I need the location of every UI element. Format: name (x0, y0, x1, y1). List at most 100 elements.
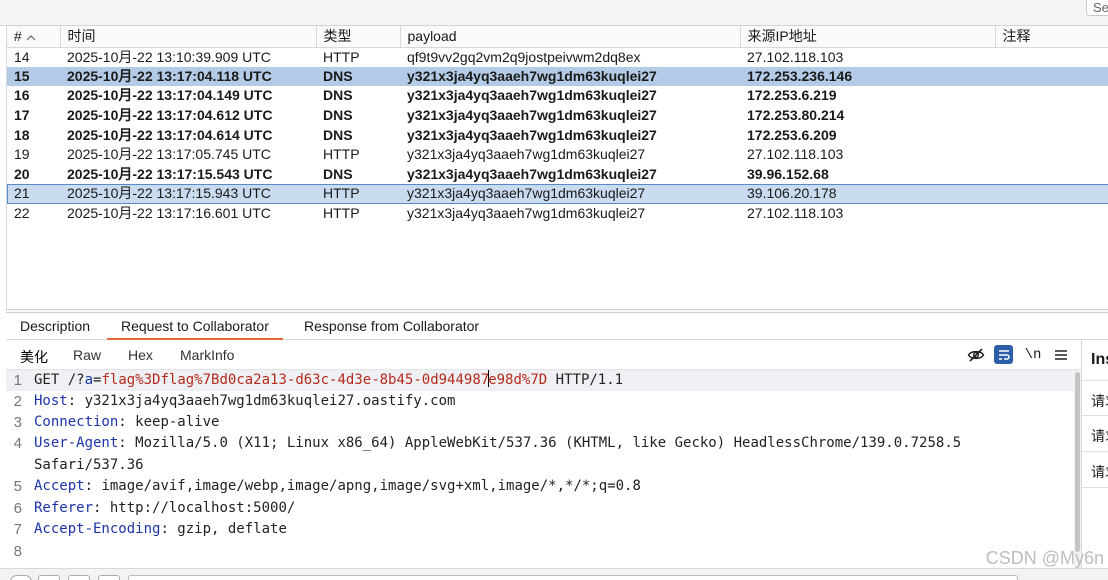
row-type: DNS (316, 66, 400, 87)
table-row[interactable]: 16 2025-10月-22 13:17:04.149 UTC DNS y321x3j… (7, 86, 1108, 106)
help-button[interactable] (10, 575, 32, 580)
show-newlines-icon[interactable]: \n (1023, 345, 1043, 365)
line-number: 1 (13, 372, 22, 389)
table-row[interactable]: 19 2025-10月-22 13:17:05.745 UTC HTTP y321x3… (7, 145, 1108, 165)
search-input[interactable] (128, 575, 1018, 580)
row-time: 2025-10月-22 13:10:39.909 UTC (67, 48, 271, 65)
line-number: 6 (13, 500, 22, 517)
header-value: http://localhost:5000/ (109, 500, 296, 516)
inspector-item[interactable]: 请求 (1082, 416, 1108, 452)
header-name: Connection (34, 414, 119, 430)
row-number: 15 (7, 66, 60, 87)
row-number: 19 (14, 146, 30, 163)
row-number: 14 (14, 48, 30, 65)
row-type: DNS (323, 87, 353, 104)
subtab-markinfo[interactable]: MarkInfo (180, 347, 234, 363)
row-type: HTTP (316, 184, 400, 204)
row-source-ip: 27.102.118.103 (747, 205, 844, 222)
forward-button[interactable] (98, 575, 120, 580)
row-comment (995, 86, 1108, 106)
request-line: 1 GET /?a=flag%3Dflag%7Bd0ca2a13-d63c-4d… (6, 370, 1074, 391)
inspector-item[interactable]: 请求 (1082, 452, 1108, 488)
column-header-time[interactable]: 时间 (60, 26, 317, 48)
settings-button[interactable] (38, 575, 60, 580)
header-line: 5 Accept: image/avif,image/webp,image/ap… (6, 476, 1074, 497)
subtab-hex[interactable]: Hex (128, 347, 153, 363)
row-number: 22 (14, 205, 30, 222)
hide-eye-icon[interactable] (966, 345, 986, 365)
header-value: gzip, deflate (177, 521, 287, 537)
header-name: Referer (34, 500, 94, 516)
header-name: Accept (34, 478, 85, 494)
row-type: DNS (323, 165, 353, 182)
subtab-raw[interactable]: Raw (73, 347, 101, 363)
menu-icon[interactable] (1051, 345, 1071, 365)
line-number: 3 (13, 414, 22, 431)
back-button[interactable] (68, 575, 90, 580)
tab-description[interactable]: Description (6, 318, 104, 340)
tab-request-to-collaborator[interactable]: Request to Collaborator (107, 318, 283, 340)
column-header-number[interactable]: # (7, 26, 61, 48)
header-value: keep-alive (135, 414, 220, 430)
inspector-title: Ins (1091, 351, 1108, 368)
column-header-type[interactable]: 类型 (316, 26, 401, 48)
row-comment (995, 145, 1108, 165)
table-row[interactable]: 21 2025-10月-22 13:17:15.943 UTC HTTP y321x3… (7, 184, 1108, 204)
query-param-value: flag%3Dflag%7Bd0ca2a13-d63c-4d3e-8b45-0d… (101, 372, 490, 388)
search-field[interactable]: Se (1086, 0, 1108, 16)
row-payload: y321x3ja4yq3aaeh7wg1dm63kuqlei27 (407, 126, 657, 143)
column-header-payload[interactable]: payload (400, 26, 741, 48)
tab-response-from-collaborator[interactable]: Response from Collaborator (290, 318, 493, 340)
inspector-item[interactable]: 请求 (1082, 380, 1108, 416)
table-row[interactable]: 17 2025-10月-22 13:17:04.612 UTC DNS y321x3j… (7, 106, 1108, 126)
row-number: 16 (14, 87, 30, 104)
subtab-pretty[interactable]: 美化 (18, 347, 50, 375)
row-source-ip: 27.102.118.103 (747, 146, 844, 163)
view-subtabs: 美化 Raw Hex MarkInfo \n (6, 340, 1080, 375)
row-type: HTTP (323, 205, 360, 222)
line-number: 5 (13, 478, 22, 495)
header-line: 6 Referer: http://localhost:5000/ (6, 498, 1074, 519)
row-comment (995, 204, 1108, 224)
table-row[interactable]: 15 2025-10月-22 13:17:04.118 UTC DNS y321x3j… (7, 66, 1108, 87)
table-row[interactable]: 22 2025-10月-22 13:17:16.601 UTC HTTP y321x3… (7, 204, 1108, 224)
header-value: image/avif,image/webp,image/apng,image/s… (101, 478, 641, 494)
request-editor[interactable]: 1 GET /?a=flag%3Dflag%7Bd0ca2a13-d63c-4d… (6, 370, 1074, 568)
header-value: Mozilla/5.0 (X11; Linux x86_64) AppleWeb… (135, 435, 962, 451)
header-name: Accept-Encoding (34, 521, 161, 537)
row-comment (995, 106, 1108, 126)
line-number: 8 (13, 543, 22, 560)
row-source-ip: 39.106.20.178 (740, 184, 995, 204)
split-divider[interactable] (6, 309, 1108, 313)
editor-scrollbar[interactable] (1074, 370, 1081, 568)
row-time: 2025-10月-22 13:17:04.612 UTC (67, 107, 273, 124)
row-time: 2025-10月-22 13:17:04.149 UTC (67, 87, 273, 104)
wrap-lines-icon[interactable] (994, 345, 1013, 364)
header-line-continuation: Safari/537.36 (6, 455, 1074, 476)
row-time: 2025-10月-22 13:17:05.745 UTC (67, 146, 271, 163)
header-line: 7 Accept-Encoding: gzip, deflate (6, 519, 1074, 540)
table-row[interactable]: 20 2025-10月-22 13:17:15.543 UTC DNS y321x3j… (7, 165, 1108, 185)
row-payload: y321x3ja4yq3aaeh7wg1dm63kuqlei27 (400, 66, 740, 87)
row-time: 2025-10月-22 13:17:04.118 UTC (60, 66, 316, 87)
header-line: 4 User-Agent: Mozilla/5.0 (X11; Linux x8… (6, 433, 1074, 454)
row-time: 2025-10月-22 13:17:04.614 UTC (67, 126, 273, 143)
table-header: # 时间 类型 payload 来源IP地址 注释 (7, 26, 1108, 48)
row-source-ip: 39.96.152.68 (747, 165, 829, 182)
row-source-ip: 172.253.236.146 (740, 66, 995, 87)
table-row[interactable]: 18 2025-10月-22 13:17:04.614 UTC DNS y321x3j… (7, 125, 1108, 145)
table-row[interactable]: 14 2025-10月-22 13:10:39.909 UTC HTTP qf9t9v… (7, 47, 1108, 67)
row-payload: y321x3ja4yq3aaeh7wg1dm63kuqlei27 (407, 165, 657, 182)
row-source-ip: 172.253.6.209 (747, 126, 837, 143)
column-header-source-ip[interactable]: 来源IP地址 (740, 26, 996, 48)
row-source-ip: 172.253.80.214 (747, 107, 845, 124)
row-type: HTTP (323, 146, 360, 163)
row-comment (995, 125, 1108, 145)
column-header-comment[interactable]: 注释 (995, 26, 1108, 48)
row-comment (995, 47, 1108, 67)
line-number: 4 (13, 435, 22, 452)
scrollbar-thumb[interactable] (1075, 372, 1080, 552)
http-protocol: HTTP/1.1 (555, 372, 624, 388)
row-time: 2025-10月-22 13:17:15.543 UTC (67, 165, 273, 182)
row-source-ip: 172.253.6.219 (747, 87, 837, 104)
